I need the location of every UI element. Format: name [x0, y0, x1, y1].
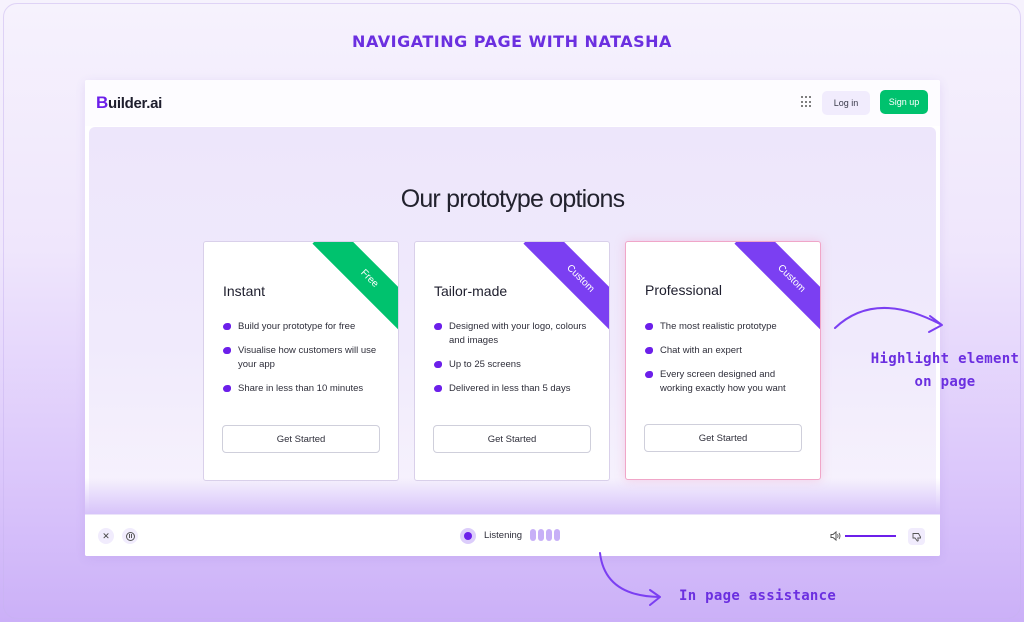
annotation-assistance: In page assistance: [679, 588, 837, 604]
site-header: Builder.ai Log in Sign up: [85, 80, 940, 126]
card-tailor-made: Custom Tailor-made Designed with your lo…: [414, 241, 610, 481]
feature-text: The most realistic prototype: [660, 321, 777, 332]
card-title: Professional: [645, 282, 723, 298]
feature-item: Up to 25 screens: [434, 358, 599, 372]
feature-text: Build your prototype for free: [238, 321, 356, 332]
bullet-icon: [645, 323, 653, 330]
feature-item: Visualise how customers will use your ap…: [223, 344, 388, 372]
pause-button[interactable]: [122, 528, 138, 544]
ribbon-wrap: Custom: [519, 242, 609, 332]
thumbs-down-button[interactable]: [908, 528, 925, 545]
annotation-highlight-line2: on page: [914, 374, 976, 390]
get-started-button[interactable]: Get Started: [222, 425, 380, 453]
feature-list: Designed with your logo, colours and ima…: [434, 320, 599, 406]
get-started-button[interactable]: Get Started: [644, 424, 802, 452]
builder-logo[interactable]: Builder.ai: [96, 93, 162, 113]
feature-item: Designed with your logo, colours and ima…: [434, 320, 599, 348]
thumbs-down-icon: [912, 532, 921, 542]
listening-indicator-icon: [460, 528, 476, 544]
bullet-icon: [434, 323, 442, 330]
ribbon-wrap: Custom: [730, 242, 820, 332]
ribbon-custom: Custom: [523, 242, 609, 332]
annotation-highlight: Highlight element on page: [870, 348, 1020, 394]
feature-list: The most realistic prototype Chat with a…: [645, 320, 810, 406]
feature-text: Share in less than 10 minutes: [238, 383, 364, 394]
feature-text: Chat with an expert: [660, 345, 742, 356]
assistance-arrow-icon: [599, 552, 661, 606]
browser-window: Builder.ai Log in Sign up Our prototype …: [85, 80, 940, 556]
ribbon-wrap: Free: [308, 242, 398, 332]
annotation-highlight-line1: Highlight element: [870, 351, 1020, 367]
bullet-icon: [434, 361, 442, 368]
page-heading: Our prototype options: [400, 185, 625, 213]
feature-item: Chat with an expert: [645, 344, 810, 358]
listening-label: Listening: [484, 530, 523, 541]
assistant-bar: ✕ Listening: [85, 514, 940, 556]
bullet-icon: [223, 323, 231, 330]
assistant-glow: [85, 478, 940, 514]
feature-text: Up to 25 screens: [449, 359, 521, 370]
get-started-button[interactable]: Get Started: [433, 425, 591, 453]
bullet-icon: [645, 347, 653, 354]
bullet-icon: [645, 371, 653, 378]
close-assistant-button[interactable]: ✕: [98, 528, 114, 544]
bullet-icon: [223, 347, 231, 354]
feature-list: Build your prototype for free Visualise …: [223, 320, 388, 406]
feature-item: Share in less than 10 minutes: [223, 382, 388, 396]
feature-item: The most realistic prototype: [645, 320, 810, 334]
bullet-icon: [434, 385, 442, 392]
card-instant: Free Instant Build your prototype for fr…: [203, 241, 399, 481]
pause-icon: [125, 531, 135, 541]
card-professional: Custom Professional The most realistic p…: [625, 241, 821, 480]
feature-text: Delivered in less than 5 days: [449, 383, 571, 394]
feature-text: Visualise how customers will use your ap…: [238, 345, 377, 370]
login-button[interactable]: Log in: [822, 91, 870, 115]
feature-item: Delivered in less than 5 days: [434, 382, 599, 396]
audio-wave-icon: [530, 529, 560, 541]
feature-text: Every screen designed and working exactl…: [660, 369, 786, 394]
signup-button[interactable]: Sign up: [880, 90, 928, 114]
card-title: Tailor-made: [434, 283, 508, 299]
ribbon-free: Free: [312, 242, 398, 332]
volume-icon[interactable]: [830, 530, 842, 542]
card-title: Instant: [223, 283, 266, 299]
main-title: NAVIGATING PAGE WITH NATASHA: [352, 32, 672, 51]
ribbon-custom: Custom: [734, 242, 820, 332]
logo-mark: B: [96, 93, 108, 112]
logo-text: uilder.ai: [107, 95, 162, 112]
bullet-icon: [223, 385, 231, 392]
apps-grid-icon[interactable]: [801, 96, 813, 108]
feature-item: Every screen designed and working exactl…: [645, 368, 810, 396]
highlight-arrow-icon: [834, 306, 943, 333]
feature-text: Designed with your logo, colours and ima…: [449, 321, 587, 346]
feature-item: Build your prototype for free: [223, 320, 388, 334]
volume-slider[interactable]: [845, 535, 896, 537]
